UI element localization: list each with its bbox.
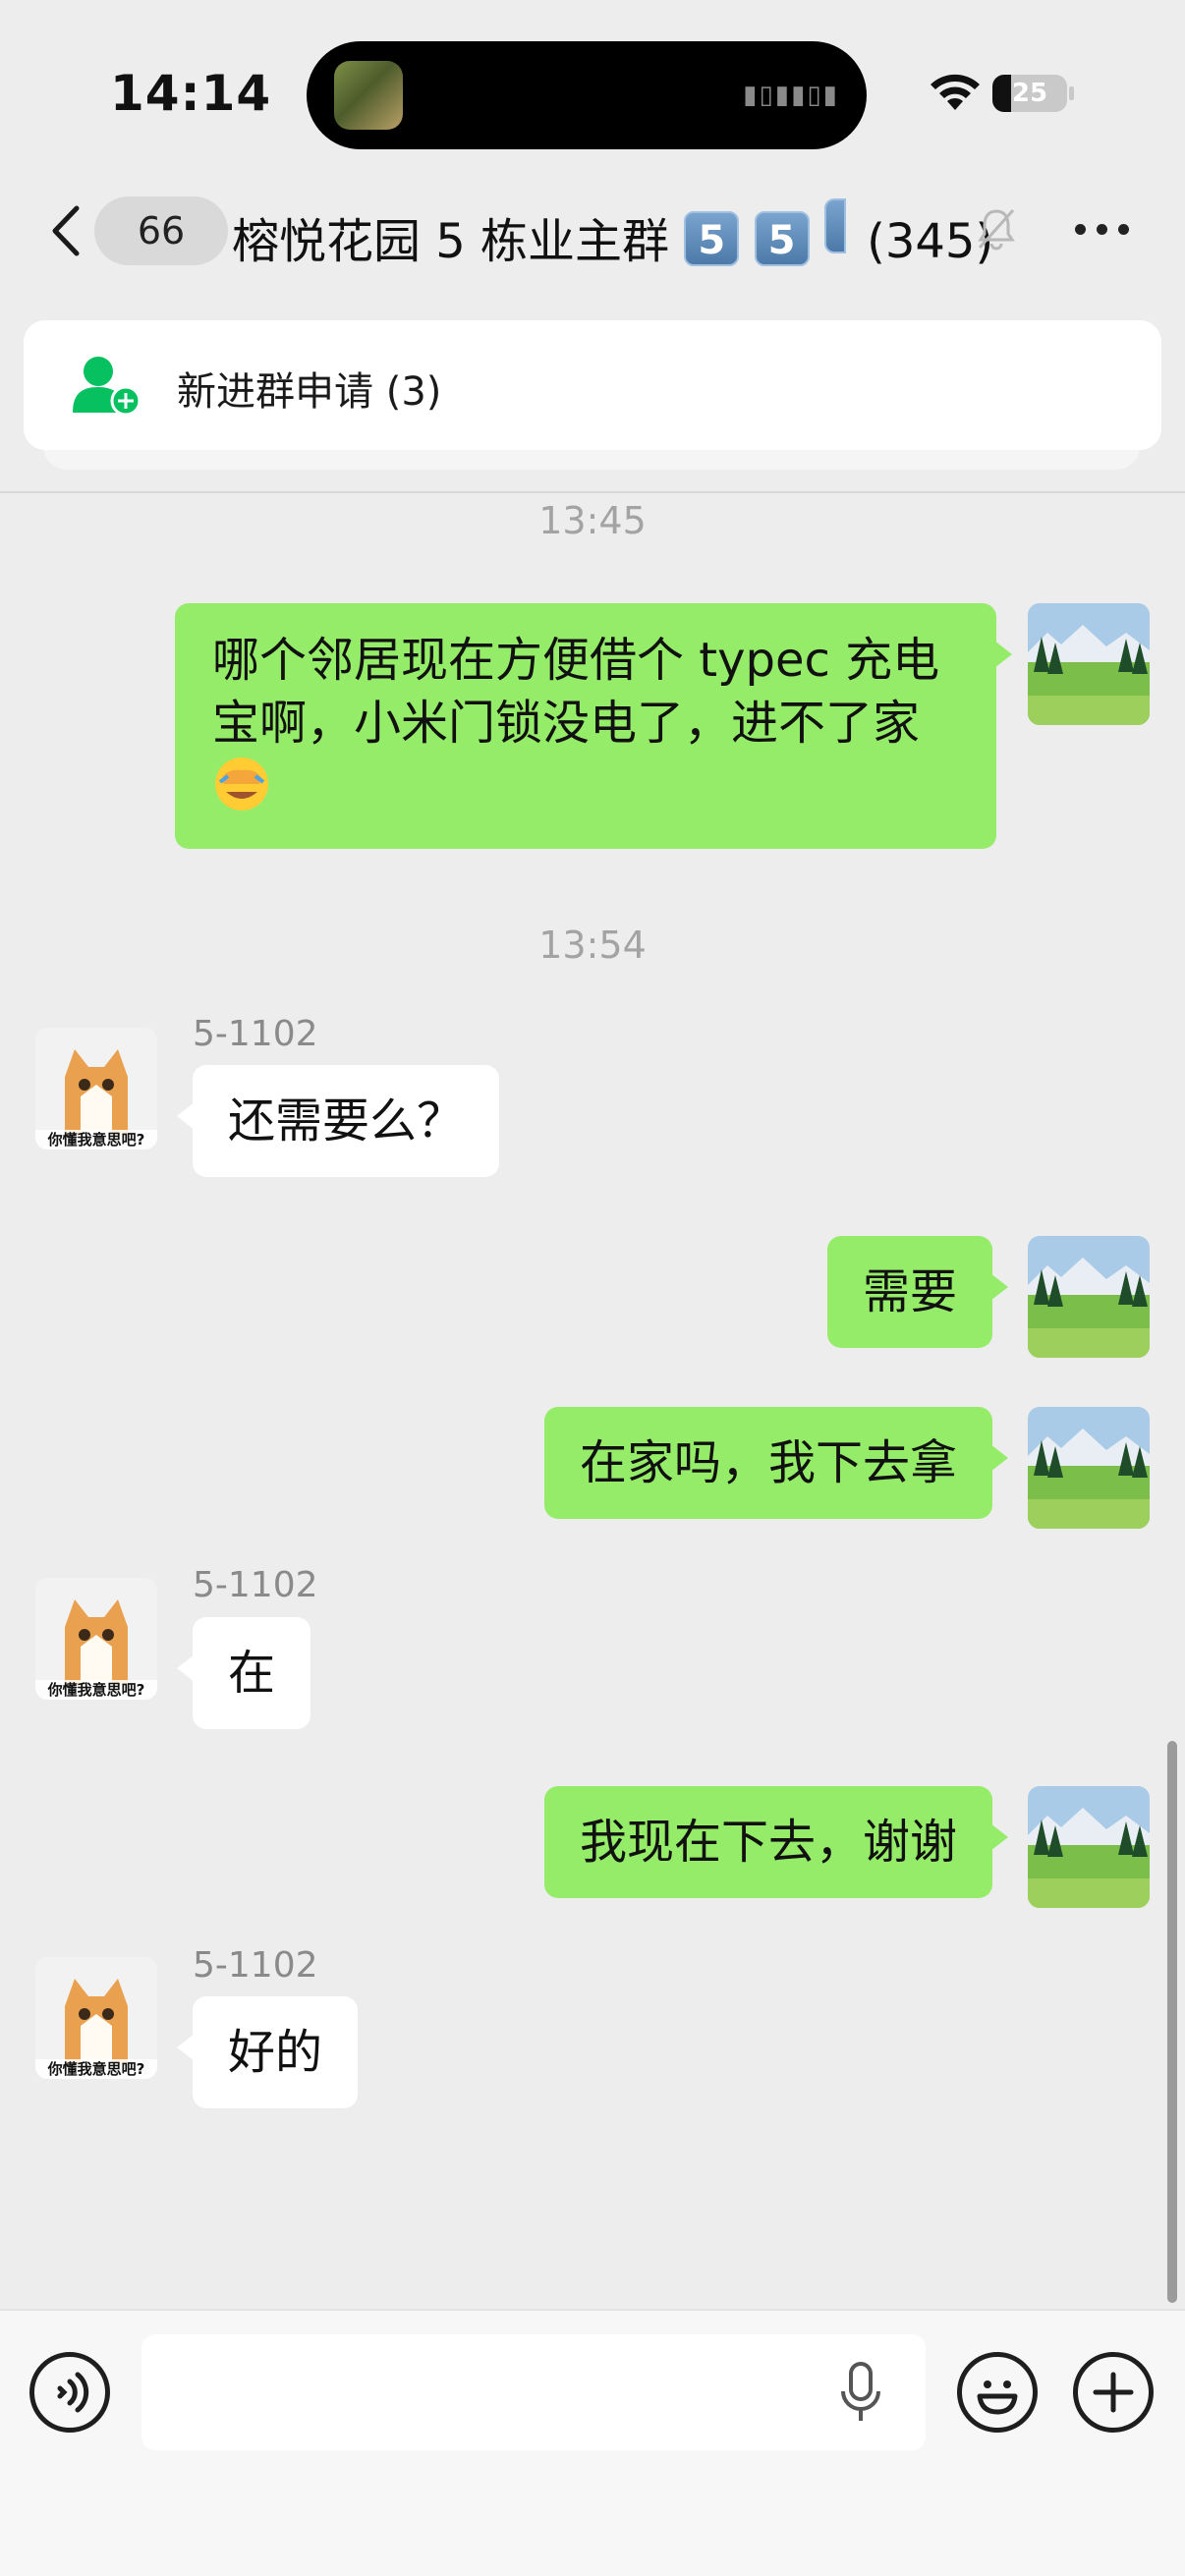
title-emoji-five: 5: [754, 211, 810, 266]
timestamp: 13:54: [538, 924, 647, 967]
more-functions-button[interactable]: [1073, 2352, 1154, 2433]
emoji-button[interactable]: [957, 2352, 1038, 2433]
chat-title[interactable]: 榕悦花园 5 栋业主群 5 5 (345): [232, 198, 993, 269]
sender-name: 5-1102: [193, 1014, 318, 1054]
title-emoji-truncated: [823, 198, 846, 253]
avatar-caption: 你懂我意思吧?: [47, 1681, 145, 1699]
status-time: 14:14: [110, 65, 272, 122]
timestamp: 13:45: [538, 499, 647, 542]
cat-avatar-image: 你懂我意思吧?: [35, 1957, 157, 2079]
landscape-avatar-image: [1028, 1407, 1150, 1529]
my-avatar[interactable]: [1028, 1236, 1150, 1358]
add-user-icon: [73, 357, 141, 417]
my-avatar[interactable]: [1028, 1407, 1150, 1529]
landscape-avatar-image: [1028, 1786, 1150, 1908]
message-bubble-outgoing[interactable]: 在家吗，我下去拿: [543, 1407, 1009, 1519]
more-button[interactable]: [1067, 202, 1136, 255]
chat-screen: 14:14 ▮▯▮▮▯▮ 25 66 榕悦花园 5 栋业主群 5 5 (345): [0, 0, 1185, 2576]
group-name: 榕悦花园 5 栋业主群: [232, 214, 670, 269]
landscape-avatar-image: [1028, 603, 1150, 725]
dynamic-island[interactable]: ▮▯▮▮▯▮: [307, 41, 867, 149]
audio-wave-icon: ▮▯▮▮▯▮: [743, 81, 839, 110]
message-text: 我现在下去，谢谢: [579, 1815, 957, 1870]
emoji-icon: [977, 2380, 1018, 2415]
more-icon: [1097, 224, 1107, 235]
more-icon: [1118, 224, 1129, 235]
sender-avatar[interactable]: 你懂我意思吧?: [35, 1028, 157, 1149]
avatar-caption: 你懂我意思吧?: [47, 1131, 145, 1148]
message-bubble-outgoing[interactable]: 需要: [826, 1236, 1009, 1348]
unread-count-badge: 66: [94, 196, 228, 265]
title-emoji-five: 5: [684, 211, 740, 266]
join-request-banner[interactable]: 新进群申请 (3): [24, 320, 1161, 450]
message-bubble-incoming[interactable]: 还需要么？: [176, 1065, 500, 1177]
message-text: 在: [228, 1646, 276, 1701]
message-bubble-incoming[interactable]: 好的: [176, 1996, 359, 2108]
bell-slash-icon: [978, 208, 1015, 251]
microphone-icon[interactable]: [835, 2360, 886, 2425]
landscape-avatar-image: [1028, 1236, 1150, 1358]
scrollbar[interactable]: [1167, 1741, 1177, 2303]
message-text: 在家吗，我下去拿: [579, 1435, 957, 1490]
more-icon: [1075, 224, 1086, 235]
message-bubble-outgoing[interactable]: 我现在下去，谢谢: [543, 1786, 1009, 1898]
my-avatar[interactable]: [1028, 603, 1150, 725]
plus-icon: [1093, 2372, 1134, 2413]
message-text: 还需要么？: [228, 1093, 465, 1148]
battery-level: 25: [1011, 79, 1048, 108]
face-with-hand-over-eyes-icon: [215, 757, 268, 811]
battery-cap: [1069, 86, 1074, 100]
message-text: 好的: [228, 2025, 323, 2080]
back-button[interactable]: 66: [43, 196, 228, 265]
sender-avatar[interactable]: 你懂我意思吧?: [35, 1578, 157, 1700]
cat-avatar-image: 你懂我意思吧?: [35, 1028, 157, 1149]
sender-avatar[interactable]: 你懂我意思吧?: [35, 1957, 157, 2079]
sender-name: 5-1102: [193, 1565, 318, 1605]
sender-name: 5-1102: [193, 1945, 318, 1986]
battery-indicator: 25: [992, 75, 1067, 112]
now-playing-thumbnail: [334, 61, 403, 130]
voice-toggle-button[interactable]: [29, 2352, 110, 2433]
message-input[interactable]: [141, 2334, 926, 2450]
avatar-caption: 你懂我意思吧?: [47, 2060, 145, 2078]
divider: [0, 491, 1185, 493]
message-text: 哪个邻居现在方便借个 typec 充电宝啊，小米门锁没电了，进不了家: [212, 633, 940, 751]
voice-icon: [57, 2372, 89, 2413]
message-text: 需要: [862, 1264, 957, 1319]
join-request-label: 新进群申请 (3): [177, 369, 442, 415]
message-bubble-incoming[interactable]: 在: [176, 1617, 311, 1729]
message-bubble-outgoing[interactable]: 哪个邻居现在方便借个 typec 充电宝啊，小米门锁没电了，进不了家: [175, 603, 1012, 849]
chevron-left-icon: [52, 205, 80, 256]
my-avatar[interactable]: [1028, 1786, 1150, 1908]
cat-avatar-image: 你懂我意思吧?: [35, 1578, 157, 1700]
wifi-icon: [931, 74, 980, 110]
